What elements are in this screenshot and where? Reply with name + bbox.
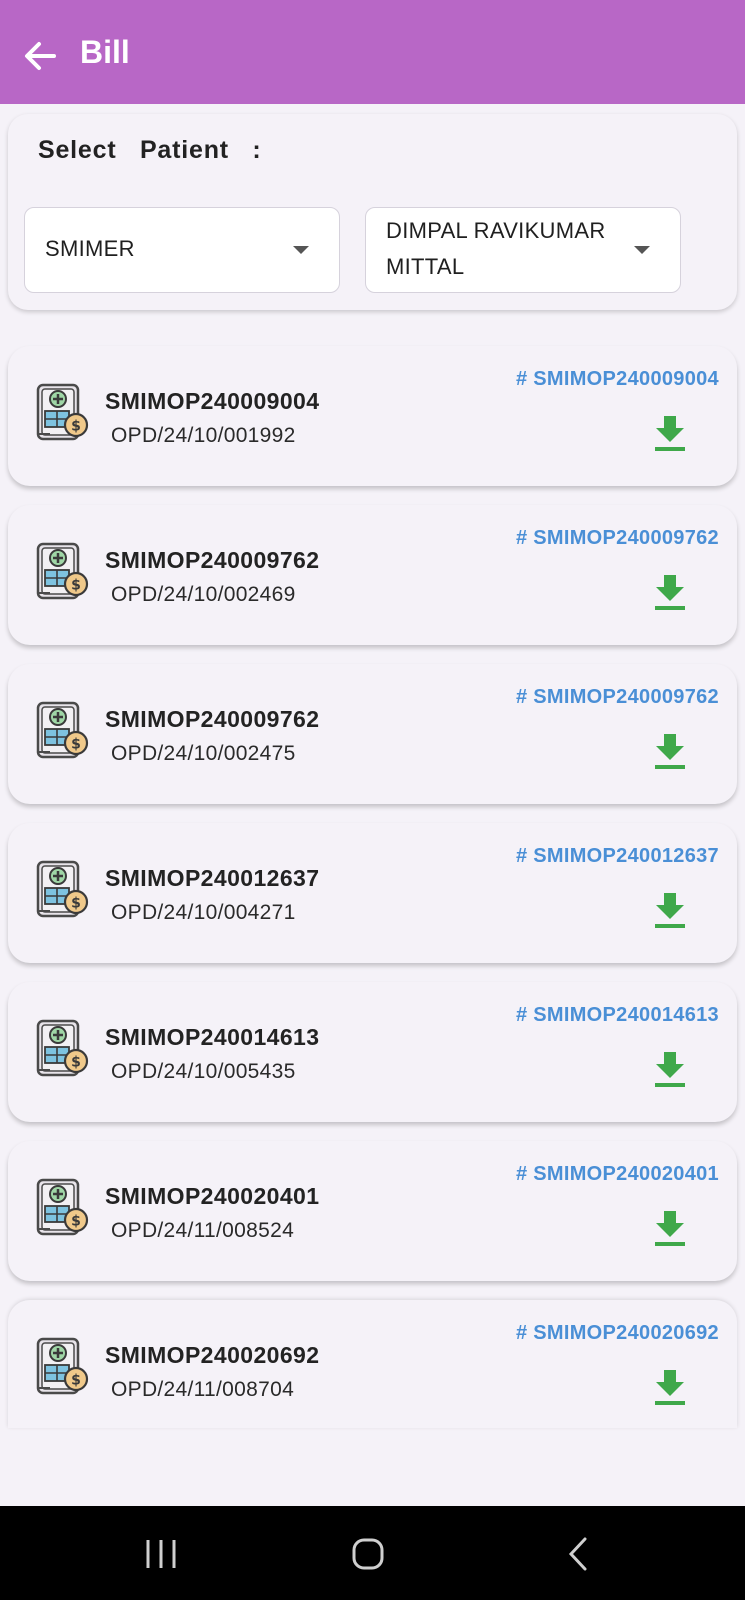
svg-text:$: $ [71, 896, 81, 912]
bill-card[interactable]: $ SMIMOP240012637 OPD/24/10/004271 # SMI… [8, 823, 737, 963]
system-nav-bar [0, 1506, 745, 1600]
page-title: Bill [80, 34, 130, 70]
bill-code: SMIMOP240020692 [105, 1342, 320, 1368]
svg-text:$: $ [71, 419, 81, 435]
medical-bill-icon: $ [36, 1019, 89, 1077]
svg-text:$: $ [71, 578, 81, 594]
svg-text:$: $ [71, 737, 81, 753]
medical-bill-icon: $ [36, 860, 89, 918]
opd-number: OPD/24/10/002469 [111, 583, 296, 606]
recents-icon[interactable] [143, 1534, 179, 1574]
bill-code: SMIMOP240020401 [105, 1183, 320, 1209]
bill-reference: # SMIMOP240020692 [515, 1322, 719, 1344]
svg-text:$: $ [71, 1055, 81, 1071]
patient-dropdown-value-line2: MITTAL [386, 254, 465, 279]
select-patient-label: Select Patient : [38, 136, 262, 164]
medical-bill-icon: $ [36, 542, 89, 600]
opd-number: OPD/24/11/008704 [111, 1378, 295, 1401]
bill-code: SMIMOP240009762 [105, 706, 320, 732]
bill-card[interactable]: $ SMIMOP240009762 OPD/24/10/002475 # SMI… [8, 664, 737, 804]
bill-code: SMIMOP240014613 [105, 1024, 320, 1050]
chevron-left-icon[interactable] [561, 1534, 597, 1574]
opd-number: OPD/24/10/005435 [111, 1060, 296, 1083]
bill-card[interactable]: $ SMIMOP240020692 OPD/24/11/008704 # SMI… [8, 1300, 737, 1428]
medical-bill-icon: $ [36, 383, 89, 441]
patient-select-card: Select Patient : SMIMER DIMPAL RAVIKUMAR… [8, 114, 737, 310]
medical-bill-icon: $ [36, 1337, 89, 1395]
back-button[interactable] [20, 36, 60, 76]
arrow-left-icon [25, 42, 56, 70]
bill-reference: # SMIMOP240012637 [515, 845, 719, 867]
bill-code: SMIMOP240009762 [105, 547, 320, 573]
download-icon[interactable] [653, 573, 687, 611]
medical-bill-icon: $ [36, 701, 89, 759]
caret-down-icon [634, 246, 650, 254]
download-icon[interactable] [653, 732, 687, 770]
bill-card[interactable]: $ SMIMOP240014613 OPD/24/10/005435 # SMI… [8, 982, 737, 1122]
download-icon[interactable] [653, 1209, 687, 1247]
caret-down-icon [293, 246, 309, 254]
bill-reference: # SMIMOP240020401 [515, 1163, 719, 1185]
bill-reference: # SMIMOP240009004 [515, 368, 719, 390]
hospital-dropdown[interactable]: SMIMER [24, 207, 340, 293]
app-bar: Bill [0, 0, 745, 104]
bill-reference: # SMIMOP240009762 [515, 686, 719, 708]
download-icon[interactable] [653, 1050, 687, 1088]
svg-text:$: $ [71, 1214, 81, 1230]
opd-number: OPD/24/11/008524 [111, 1219, 295, 1242]
bill-code: SMIMOP240012637 [105, 865, 320, 891]
bill-card[interactable]: $ SMIMOP240009762 OPD/24/10/002469 # SMI… [8, 505, 737, 645]
opd-number: OPD/24/10/001992 [111, 424, 296, 447]
bill-reference: # SMIMOP240009762 [515, 527, 719, 549]
patient-dropdown-value-line1: DIMPAL RAVIKUMAR [386, 218, 606, 243]
medical-bill-icon: $ [36, 1178, 89, 1236]
hospital-dropdown-value: SMIMER [45, 236, 135, 261]
download-icon[interactable] [653, 1368, 687, 1406]
patient-dropdown[interactable]: DIMPAL RAVIKUMAR MITTAL [365, 207, 681, 293]
bill-card[interactable]: $ SMIMOP240020401 OPD/24/11/008524 # SMI… [8, 1141, 737, 1281]
opd-number: OPD/24/10/004271 [111, 901, 296, 924]
home-icon[interactable] [350, 1534, 386, 1574]
opd-number: OPD/24/10/002475 [111, 742, 296, 765]
download-icon[interactable] [653, 414, 687, 452]
bill-reference: # SMIMOP240014613 [515, 1004, 719, 1026]
bill-card[interactable]: $ SMIMOP240009004 OPD/24/10/001992 # SMI… [8, 346, 737, 486]
download-icon[interactable] [653, 891, 687, 929]
bill-code: SMIMOP240009004 [105, 388, 320, 414]
svg-text:$: $ [71, 1373, 81, 1389]
